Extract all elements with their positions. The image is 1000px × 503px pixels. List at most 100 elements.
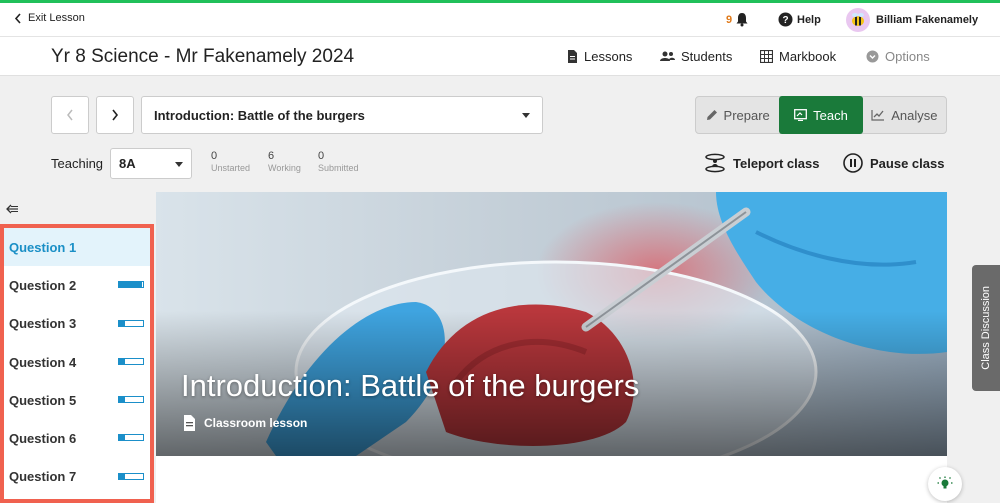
question-item[interactable]: Question 2 xyxy=(4,266,150,304)
question-label: Question 7 xyxy=(9,469,77,485)
top-bar: Exit Lesson 9 ? Help Billiam Fakenamely xyxy=(0,0,1000,37)
exit-lesson-label: Exit Lesson xyxy=(28,12,85,24)
tab-teach[interactable]: Teach xyxy=(779,96,863,134)
question-progress-bar xyxy=(118,319,144,327)
question-list: Question 1 Question 2 Question 3 Question 4… xyxy=(0,224,154,503)
teleport-icon xyxy=(705,153,725,173)
tab-analyse-label: Analyse xyxy=(891,107,938,123)
question-progress-fill xyxy=(119,473,125,479)
teleport-class-button[interactable]: Teleport class xyxy=(704,153,819,173)
nav-options-label: Options xyxy=(885,49,930,64)
document-icon xyxy=(184,415,195,431)
tab-teach-label: Teach xyxy=(813,107,848,123)
question-label: Question 3 xyxy=(9,316,77,332)
document-icon xyxy=(568,50,577,63)
question-label: Question 2 xyxy=(9,277,77,293)
previous-lesson-button[interactable] xyxy=(51,96,89,134)
lesson-content-area xyxy=(156,456,947,503)
caret-down-icon xyxy=(522,113,530,118)
stat-count: 6 xyxy=(268,150,275,162)
pause-class-label: Pause class xyxy=(870,155,945,171)
nav-students[interactable]: Students xyxy=(660,49,732,64)
hero-subtitle: Classroom lesson xyxy=(183,415,307,431)
question-progress-bar xyxy=(118,396,144,404)
question-progress-bar xyxy=(118,281,144,289)
question-progress-bar xyxy=(118,434,144,442)
user-menu[interactable]: Billiam Fakenamely xyxy=(846,8,978,32)
board-icon xyxy=(794,109,808,121)
nav-markbook[interactable]: Markbook xyxy=(760,49,836,64)
class-select[interactable]: 8A xyxy=(110,148,192,179)
stat-label: Working xyxy=(268,163,301,173)
chevron-right-icon xyxy=(112,109,119,121)
question-progress-fill xyxy=(119,282,142,288)
page-title: Yr 8 Science - Mr Fakenamely 2024 xyxy=(51,46,355,67)
collapse-sidebar-icon[interactable] xyxy=(6,203,19,217)
collapse-arrow-icon xyxy=(6,204,18,214)
chevron-left-icon xyxy=(14,12,21,24)
mode-switcher: Prepare Teach Analyse xyxy=(695,96,947,134)
stat-label: Unstarted xyxy=(211,163,251,173)
class-discussion-tab[interactable]: Class Discussion xyxy=(972,265,1000,391)
grid-icon xyxy=(760,50,773,63)
tab-prepare[interactable]: Prepare xyxy=(696,97,779,133)
tab-analyse[interactable]: Analyse xyxy=(863,97,946,133)
lesson-hero: Introduction: Battle of the burgers Clas… xyxy=(156,192,947,456)
question-item[interactable]: Question 5 xyxy=(4,381,150,419)
svg-text:?: ? xyxy=(782,15,788,26)
notifications-button[interactable]: 9 xyxy=(726,12,749,27)
user-name: Billiam Fakenamely xyxy=(876,14,979,26)
stat-count: 0 xyxy=(318,150,325,162)
stat-count: 0 xyxy=(211,150,218,162)
question-item[interactable]: Question 3 xyxy=(4,305,150,343)
nav-markbook-label: Markbook xyxy=(779,49,837,64)
chevron-left-icon xyxy=(67,109,73,121)
course-header: Yr 8 Science - Mr Fakenamely 2024 Lesson… xyxy=(0,37,1000,76)
nav-lessons[interactable]: Lessons xyxy=(567,49,632,64)
hero-subtitle-label: Classroom lesson xyxy=(204,416,308,430)
question-progress-fill xyxy=(119,435,125,441)
question-item[interactable]: Question 1 xyxy=(4,228,150,267)
stat-submitted: 0 Submitted xyxy=(318,150,359,174)
lightbulb-icon xyxy=(937,476,953,489)
question-progress-bar xyxy=(118,357,144,365)
question-progress-fill xyxy=(119,358,125,364)
question-label: Question 4 xyxy=(9,354,77,370)
bell-icon xyxy=(736,13,748,27)
question-label: Question 6 xyxy=(9,431,77,447)
notification-count: 9 xyxy=(726,13,733,26)
class-discussion-label: Class Discussion xyxy=(980,286,992,370)
question-item[interactable]: Question 7 xyxy=(4,458,150,496)
next-lesson-button[interactable] xyxy=(96,96,134,134)
help-icon: ? xyxy=(778,12,793,27)
people-icon xyxy=(660,51,675,61)
teleport-class-label: Teleport class xyxy=(733,155,820,171)
tab-prepare-label: Prepare xyxy=(723,107,770,123)
pencil-icon xyxy=(706,110,717,120)
nav-lessons-label: Lessons xyxy=(584,49,633,64)
hero-title: Introduction: Battle of the burgers xyxy=(181,368,640,403)
bee-avatar-icon xyxy=(852,13,864,26)
avatar xyxy=(846,8,870,32)
question-progress-fill xyxy=(119,320,125,326)
tip-button[interactable] xyxy=(928,467,962,501)
lesson-select-value: Introduction: Battle of the burgers xyxy=(154,108,365,123)
question-item[interactable]: Question 6 xyxy=(4,419,150,457)
question-label: Question 5 xyxy=(9,392,77,408)
question-item[interactable]: Question 4 xyxy=(4,343,150,381)
nav-options[interactable]: Options xyxy=(866,49,930,64)
pause-icon xyxy=(843,153,863,173)
help-label: Help xyxy=(797,13,821,26)
question-progress-bar xyxy=(118,472,144,480)
line-chart-icon xyxy=(871,110,885,121)
caret-down-icon xyxy=(175,162,183,167)
stat-unstarted: 0 Unstarted xyxy=(211,150,250,174)
teaching-label: Teaching xyxy=(51,156,104,171)
help-button[interactable]: ? Help xyxy=(778,12,821,27)
lesson-select[interactable]: Introduction: Battle of the burgers xyxy=(141,96,543,134)
pause-class-button[interactable]: Pause class xyxy=(843,153,944,173)
question-label: Question 1 xyxy=(9,239,77,255)
class-select-value: 8A xyxy=(119,156,136,171)
question-progress-fill xyxy=(119,397,125,403)
exit-lesson-link[interactable]: Exit Lesson xyxy=(14,12,85,24)
